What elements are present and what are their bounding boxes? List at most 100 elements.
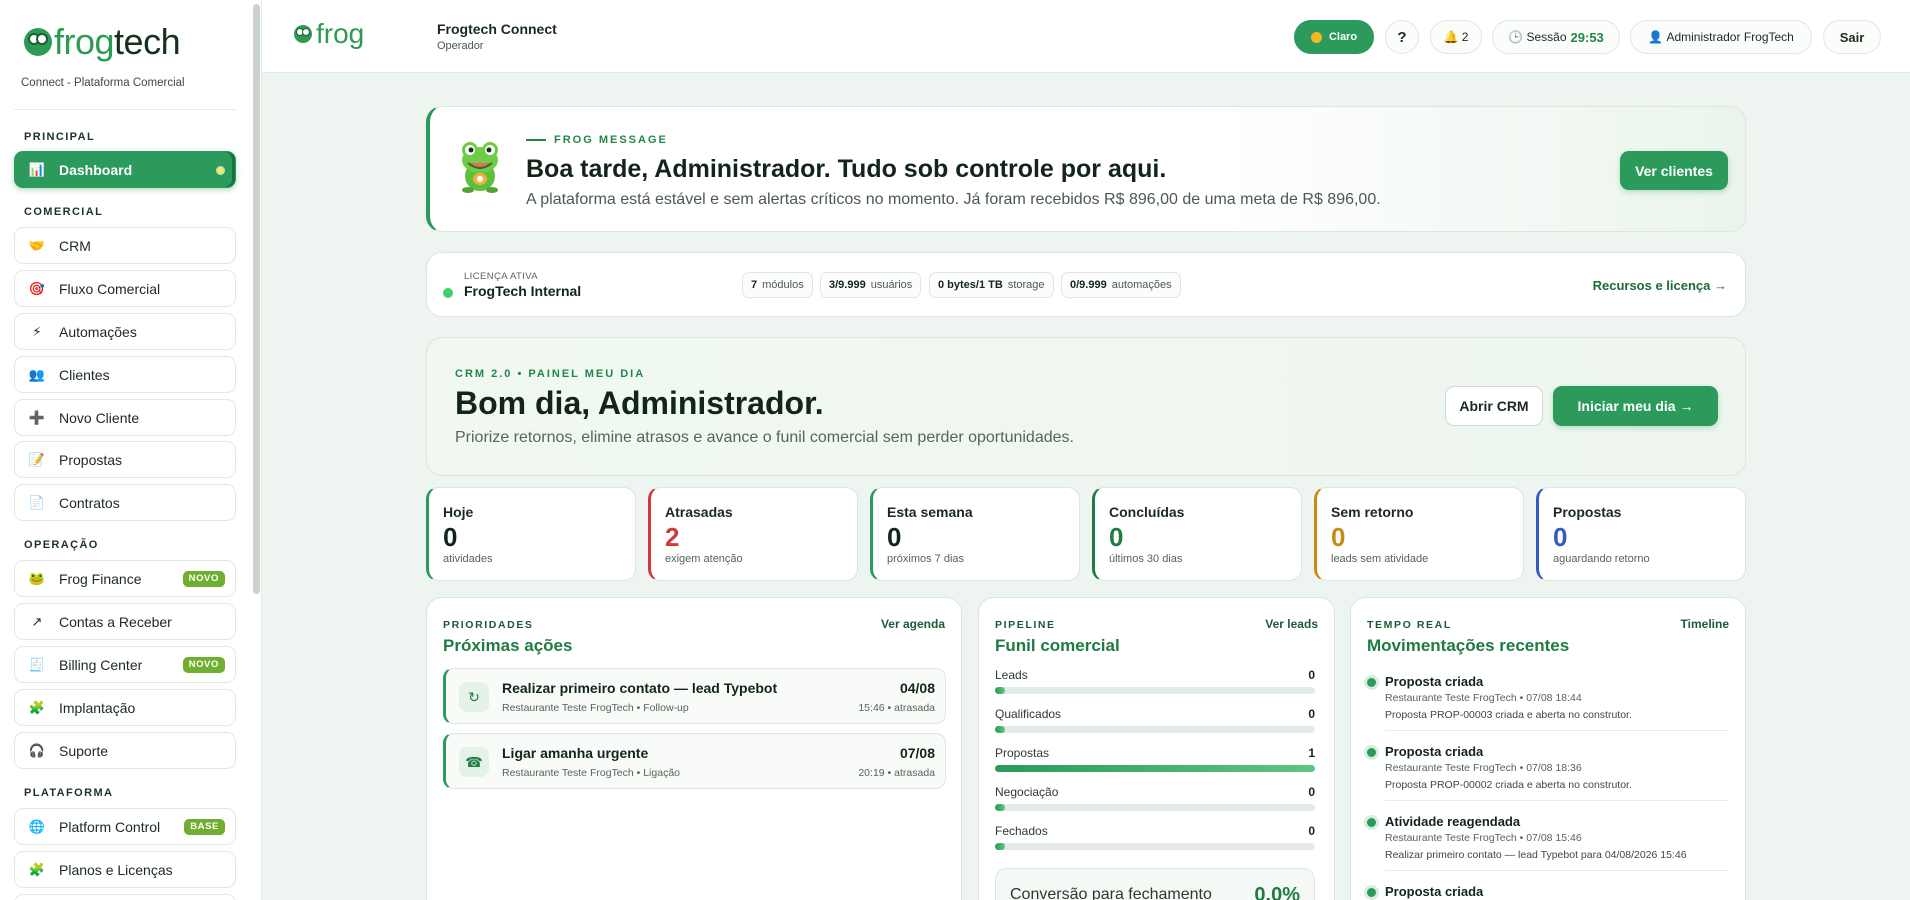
view-leads-link[interactable]: Ver leads: [1265, 617, 1318, 631]
event-title: Proposta criada: [1385, 744, 1484, 759]
stat-card-1[interactable]: Atrasadas 2 exigem atenção: [648, 487, 858, 581]
sidebar-item-platform-control[interactable]: 🌐 Platform Control BASE: [14, 808, 236, 845]
start-my-day-button[interactable]: Iniciar meu dia →: [1553, 386, 1718, 426]
stage-bar-fill: [995, 687, 1005, 694]
session-timer[interactable]: 🕒 Sessão 29:53: [1492, 20, 1620, 54]
stat-card-2[interactable]: Esta semana 0 próximos 7 dias: [870, 487, 1080, 581]
sidebar-item-clientes[interactable]: 👥 Clientes: [14, 356, 236, 393]
brand-logo[interactable]: frogtech: [24, 21, 181, 62]
stat-subtitle: atividades: [443, 553, 493, 565]
help-button[interactable]: ?: [1385, 20, 1419, 54]
sun-icon: [1310, 31, 1322, 43]
realtime-panel: TEMPO REAL Movimentações recentes Timeli…: [1350, 597, 1746, 900]
task-subtitle: Restaurante Teste FrogTech • Ligação: [502, 767, 681, 779]
sidebar-item-label: CRM: [59, 237, 91, 254]
sidebar-item-frog-finance[interactable]: 🐸 Frog Finance NOVO: [14, 560, 236, 597]
sidebar-item-automacoes[interactable]: ⚡ Automações: [14, 313, 236, 350]
sidebar-item-label: Billing Center: [59, 656, 143, 673]
sidebar-item-contratos[interactable]: 📄 Contratos: [14, 484, 236, 521]
timeline-link[interactable]: Timeline: [1681, 617, 1729, 631]
license-chip-users: 3/9.999 usuários: [820, 272, 922, 298]
funnel-stage[interactable]: Fechados 0: [995, 824, 1315, 850]
sidebar-item-label: Suporte: [59, 742, 109, 759]
brand-logo-dark: tech: [114, 21, 181, 62]
task-date: 07/08: [899, 745, 935, 761]
sidebar-item-propostas[interactable]: 📝 Propostas: [14, 441, 236, 478]
view-clients-button[interactable]: Ver clientes: [1620, 151, 1728, 190]
event-title: Proposta criada: [1385, 674, 1484, 689]
stage-bar-fill: [995, 726, 1005, 733]
headset-icon: 🎧: [28, 742, 46, 758]
conversion-value: 0.0%: [1254, 884, 1300, 900]
stat-subtitle: últimos 30 dias: [1109, 553, 1183, 565]
sidebar-item-suporte[interactable]: 🎧 Suporte: [14, 732, 236, 769]
task-time: 15:46 • atrasada: [858, 702, 935, 714]
sidebar-item-contas-a-receber[interactable]: ↗ Contas a Receber: [14, 603, 236, 640]
stat-value: 0: [1553, 522, 1568, 552]
task-item[interactable]: ☎ Ligar amanha urgente Restaurante Teste…: [443, 733, 946, 789]
stat-value: 0: [887, 522, 902, 552]
memo-icon: 📝: [28, 451, 46, 467]
globe-icon: 🌐: [28, 818, 46, 834]
sidebar-item-billing-center[interactable]: 🧾 Billing Center NOVO: [14, 646, 236, 683]
arrow-icon: ↗: [31, 613, 43, 629]
frog-logo-icon: [294, 25, 312, 43]
stat-card-5[interactable]: Propostas 0 aguardando retorno: [1536, 487, 1746, 581]
funnel-stage[interactable]: Negociação 0: [995, 785, 1315, 811]
stat-card-0[interactable]: Hoje 0 atividades: [426, 487, 636, 581]
priorities-eyebrow: PRIORIDADES: [443, 619, 534, 631]
stat-subtitle: próximos 7 dias: [887, 553, 965, 565]
funnel-stage[interactable]: Qualificados 0: [995, 707, 1315, 733]
stage-count: 0: [1308, 707, 1315, 721]
logout-button[interactable]: Sair: [1823, 20, 1881, 54]
event-separator: [1385, 870, 1729, 871]
sidebar-item-label: Automações: [59, 323, 137, 340]
crm-eyebrow: CRM 2.0 • PAINEL MEU DIA: [455, 368, 646, 380]
resources-license-link[interactable]: Recursos e licença →: [1593, 278, 1727, 293]
frog-icon: 🐸: [28, 570, 46, 586]
hero-eyebrow: FROG MESSAGE: [526, 134, 668, 146]
lightning-icon: ⚡: [32, 323, 42, 339]
event-meta: Restaurante Teste FrogTech • 07/08 15:46: [1385, 832, 1582, 844]
stat-label: Sem retorno: [1331, 504, 1414, 520]
handshake-icon: 🤝: [28, 237, 46, 253]
stage-bar: [995, 687, 1315, 694]
task-item[interactable]: ↻ Realizar primeiro contato — lead Typeb…: [443, 668, 946, 724]
header-logo[interactable]: frog: [294, 20, 364, 48]
crm-my-day-panel: CRM 2.0 • PAINEL MEU DIA Bom dia, Admini…: [426, 337, 1746, 476]
stat-subtitle: leads sem atividade: [1331, 553, 1429, 565]
sidebar-item-label: Clientes: [59, 366, 110, 383]
pipeline-eyebrow: PIPELINE: [995, 619, 1056, 631]
sidebar-item-implantacao[interactable]: 🧩 Implantação: [14, 689, 236, 726]
license-chip-automations: 0/9.999 automações: [1061, 272, 1181, 298]
brand-logo-green: frog: [54, 21, 115, 62]
event-description: Proposta PROP-00003 criada e aberta no c…: [1385, 709, 1632, 721]
view-agenda-link[interactable]: Ver agenda: [881, 617, 945, 631]
sidebar-item-novo-cliente[interactable]: ➕ Novo Cliente: [14, 399, 236, 436]
stage-bar-fill: [995, 804, 1005, 811]
sidebar-item-dashboard[interactable]: 📊 Dashboard: [14, 151, 236, 188]
chart-icon: 📊: [28, 161, 46, 177]
hero-title: Boa tarde, Administrador. Tudo sob contr…: [526, 155, 1167, 183]
stage-bar-fill: [995, 765, 1315, 772]
help-label: ?: [1397, 28, 1407, 46]
stat-card-3[interactable]: Concluídas 0 últimos 30 dias: [1092, 487, 1302, 581]
stat-card-4[interactable]: Sem retorno 0 leads sem atividade: [1314, 487, 1524, 581]
user-menu-button[interactable]: 👤 Administrador FrogTech: [1630, 20, 1812, 54]
sidebar-item-fluxo-comercial[interactable]: 🎯 Fluxo Comercial: [14, 270, 236, 307]
frog-logo-icon: [24, 28, 52, 56]
event-dot: [1367, 678, 1376, 687]
sidebar: frogtech Connect - Plataforma Comercial …: [0, 0, 262, 900]
task-title: Realizar primeiro contato — lead Typebot: [502, 680, 778, 696]
sidebar-item-next[interactable]: [14, 894, 236, 900]
open-crm-button[interactable]: Abrir CRM: [1445, 386, 1543, 426]
sidebar-item-crm[interactable]: 🤝 CRM: [14, 227, 236, 264]
notifications-button[interactable]: 🔔 2: [1430, 20, 1482, 54]
sidebar-item-planos-e-licencas[interactable]: 🧩 Planos e Licenças: [14, 851, 236, 888]
bell-icon: 🔔: [1443, 30, 1459, 44]
theme-toggle-button[interactable]: Claro: [1294, 20, 1374, 54]
event-dot: [1367, 748, 1376, 757]
sidebar-scrollbar[interactable]: [253, 4, 260, 594]
funnel-stage[interactable]: Propostas 1: [995, 746, 1315, 772]
funnel-stage[interactable]: Leads 0: [995, 668, 1315, 694]
